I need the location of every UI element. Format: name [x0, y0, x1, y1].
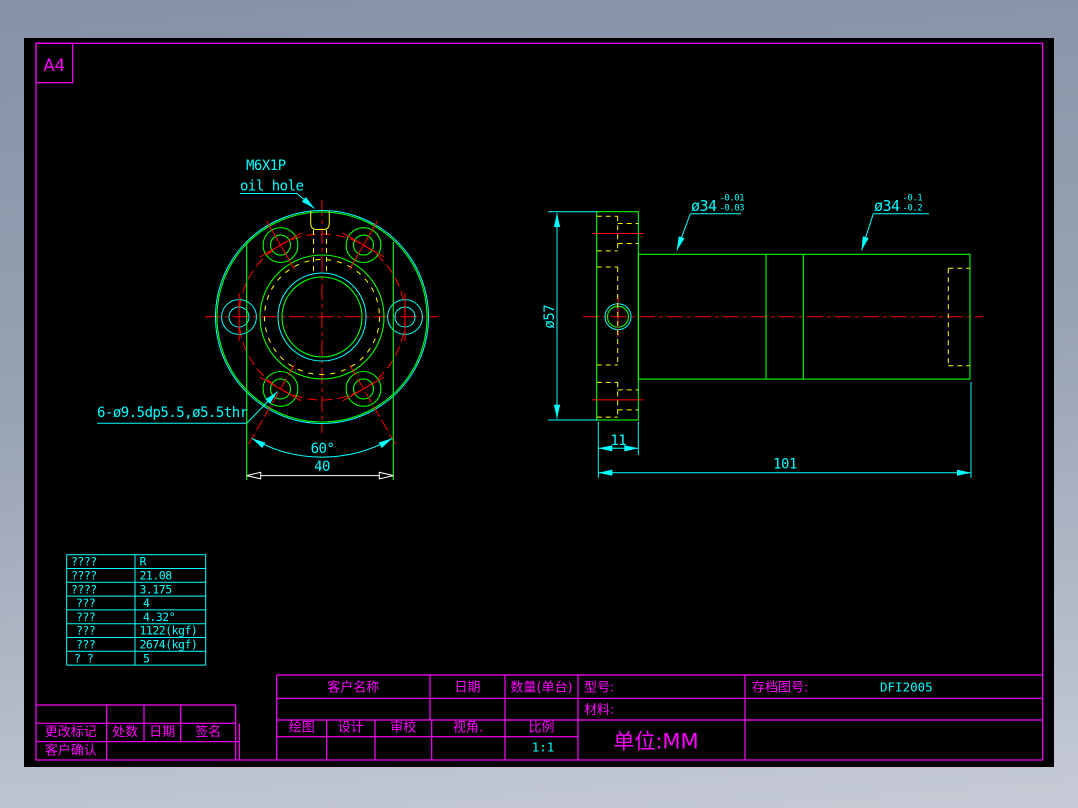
signature-label: 签名 — [195, 724, 221, 740]
oil-hole-spec-label: M6X1P — [246, 158, 286, 174]
param-label: ???? — [71, 569, 97, 583]
param-label: ??? — [76, 610, 95, 624]
param-value: 1122(kgf) — [140, 624, 198, 638]
oil-hole-text-label: oil hole — [240, 179, 304, 195]
param-value: 2674(kgf) — [140, 638, 198, 652]
param-value: R — [140, 555, 147, 569]
customer-name-label: 客户名称 — [327, 680, 379, 696]
scale-value: 1:1 — [532, 740, 555, 755]
customer-confirm-label: 客户确认 — [45, 743, 97, 759]
length-text: 101 — [773, 457, 797, 473]
flange-width-text: 11 — [610, 433, 626, 449]
body-dia1-text: ø34 — [691, 197, 717, 215]
param-label: ???? — [71, 582, 97, 596]
scale-label: 比例 — [528, 721, 554, 736]
archive-no-value: DFI2005 — [880, 680, 933, 695]
param-value: 4 — [143, 596, 150, 610]
flange-dia-text: ø57 — [542, 305, 558, 329]
date-label: 日期 — [454, 681, 480, 696]
drawing-canvas: A4 M6X1P oil hole 6-ø9.5dp5.5,ø5.5thr 60… — [24, 38, 1054, 767]
bolt-hole-spec-label: 6-ø9.5dp5.5,ø5.5thr — [97, 405, 248, 421]
model-label: 型号: — [584, 681, 614, 696]
span-dimension-text: 40 — [314, 459, 330, 475]
body-dia2-tol-lower: -0.2 — [903, 204, 923, 214]
param-label: ??? — [76, 638, 95, 652]
body-dia2-tol-upper: -0.1 — [903, 194, 923, 204]
param-label: ???? — [71, 555, 97, 569]
view-angle-label: 视角. — [453, 721, 483, 736]
body-dia2-text: ø34 — [874, 197, 900, 215]
review-label: 审校 — [390, 720, 416, 736]
param-value: 5 — [143, 651, 149, 665]
change-mark-label: 更改标记 — [45, 725, 97, 740]
unit-text: 单位:MM — [613, 730, 698, 754]
model-space — [24, 38, 1054, 767]
places-label: 处数 — [112, 725, 138, 740]
param-label: ??? — [76, 624, 95, 638]
design-label: 设计 — [338, 721, 364, 736]
change-date-label: 日期 — [149, 725, 175, 740]
sheet-size-label: A4 — [43, 56, 65, 75]
cad-window: A4 M6X1P oil hole 6-ø9.5dp5.5,ø5.5thr 60… — [0, 0, 1078, 808]
archive-no-label: 存档图号: — [752, 681, 808, 696]
body-dia1-tol-lower: -0.03 — [720, 204, 745, 214]
param-value: 3.175 — [140, 582, 172, 596]
param-value: 4.32° — [143, 610, 175, 624]
draw-label: 绘图 — [289, 721, 315, 736]
quantity-label: 数量(单台) — [510, 681, 572, 696]
angle-dimension-text: 60° — [311, 441, 335, 457]
param-label: ? ? — [74, 651, 93, 665]
param-value: 21.08 — [140, 569, 173, 583]
material-label: 材料: — [584, 703, 614, 718]
body-dia1-tol-upper: -0.01 — [720, 194, 745, 204]
param-label: ??? — [76, 596, 95, 610]
